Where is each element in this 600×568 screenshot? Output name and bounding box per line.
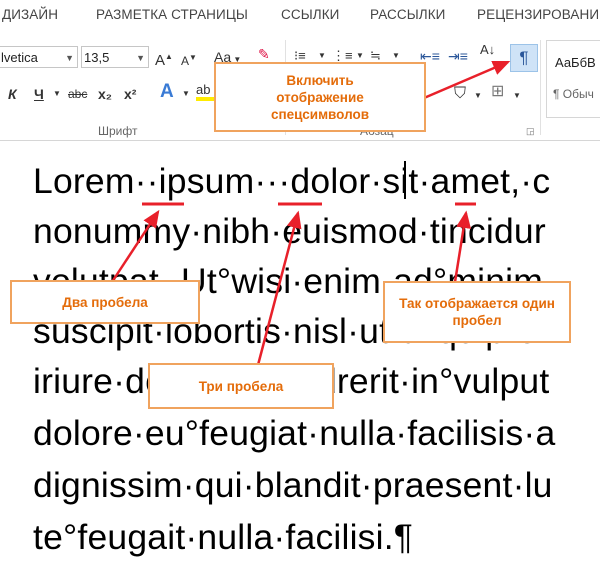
chevron-down-icon[interactable]: ▼ (182, 84, 190, 104)
callout-show-marks: Включить отображение спецсимволов (214, 62, 426, 132)
grow-font-label: A (155, 52, 166, 69)
document-line: dignissim·qui·blandit·praesent·lu (33, 465, 553, 505)
callout-one-space-text: Так отображается один пробел (399, 296, 555, 328)
chevron-down-icon[interactable]: ▼ (513, 86, 521, 106)
document-line: te°feugait·nulla·facilisi.¶ (33, 517, 414, 557)
show-formatting-marks-button[interactable]: ¶ (510, 44, 538, 72)
shading-icon[interactable]: ⛉ (454, 84, 466, 104)
callout-two-spaces: Два пробела (10, 280, 200, 324)
chevron-down-icon: ▼ (136, 53, 145, 63)
ribbon-tabs: ДИЗАЙН РАЗМЕТКА СТРАНИЦЫ ССЫЛКИ РАССЫЛКИ… (0, 0, 600, 30)
callout-three-spaces: Три пробела (148, 363, 334, 409)
chevron-down-icon[interactable]: ▼ (474, 86, 482, 106)
underline-dropdown-icon[interactable]: ▼ (53, 84, 61, 104)
font-name-value: lvetica (1, 50, 38, 65)
font-name-combo[interactable]: lvetica ▼ (0, 46, 78, 68)
eraser-icon[interactable]: ✎ (258, 44, 270, 64)
shrink-font-label: A (181, 54, 190, 68)
underline-button[interactable]: Ч (34, 84, 44, 104)
text-effects-button[interactable]: A (160, 82, 174, 102)
font-size-value: 13,5 (84, 50, 110, 65)
tab-mailings[interactable]: РАССЫЛКИ (370, 7, 446, 22)
pilcrow-icon: ¶ (519, 48, 529, 67)
document-line: Lorem··ipsum···dolor·sit·amet,·c (33, 161, 551, 201)
callout-three-spaces-text: Три пробела (198, 378, 284, 394)
tab-review[interactable]: РЕЦЕНЗИРОВАНИ (477, 7, 599, 22)
sort-label: A↓ (480, 42, 496, 57)
callout-two-spaces-text: Два пробела (62, 294, 148, 310)
tab-design[interactable]: ДИЗАЙН (2, 7, 58, 22)
style-gallery-normal[interactable]: АаБбВ ¶ Обыч (546, 40, 600, 118)
tab-page-layout[interactable]: РАЗМЕТКА СТРАНИЦЫ (96, 7, 248, 22)
borders-icon[interactable]: ⊞ (491, 82, 504, 102)
strikethrough-button[interactable]: abc (68, 84, 87, 104)
grow-font-button[interactable]: A▲ (155, 47, 173, 71)
subscript-button[interactable]: x₂ (98, 84, 112, 104)
highlight-color-bar (196, 97, 214, 101)
document-line: dolore·eu°feugiat·nulla·facilisis·a (33, 413, 556, 453)
style-sample: АаБбВ (555, 55, 596, 70)
group-separator (540, 40, 541, 135)
increase-indent-icon[interactable]: ⇥≡ (448, 46, 468, 66)
dialog-launcher-icon[interactable]: ◲ (526, 126, 535, 137)
italic-button[interactable]: К (8, 84, 17, 104)
document-body[interactable]: Lorem··ipsum···dolor·sit·amet,·c nonummy… (0, 141, 600, 568)
group-font-label: Шрифт (98, 124, 138, 138)
chevron-down-icon: ▼ (65, 53, 74, 63)
document-line: nonummy·nibh·euismod·tincidur (33, 211, 546, 251)
text-cursor (404, 161, 406, 199)
tab-references[interactable]: ССЫЛКИ (281, 7, 339, 22)
sort-button[interactable]: A↓ (480, 42, 496, 57)
shrink-font-button[interactable]: A▼ (181, 48, 197, 71)
callout-show-marks-text: Включить отображение спецсимволов (270, 72, 370, 122)
font-size-combo[interactable]: 13,5 ▼ (81, 46, 149, 68)
superscript-button[interactable]: x² (124, 84, 136, 104)
callout-one-space: Так отображается один пробел (383, 281, 571, 343)
style-normal-label: ¶ Обыч (553, 87, 594, 101)
